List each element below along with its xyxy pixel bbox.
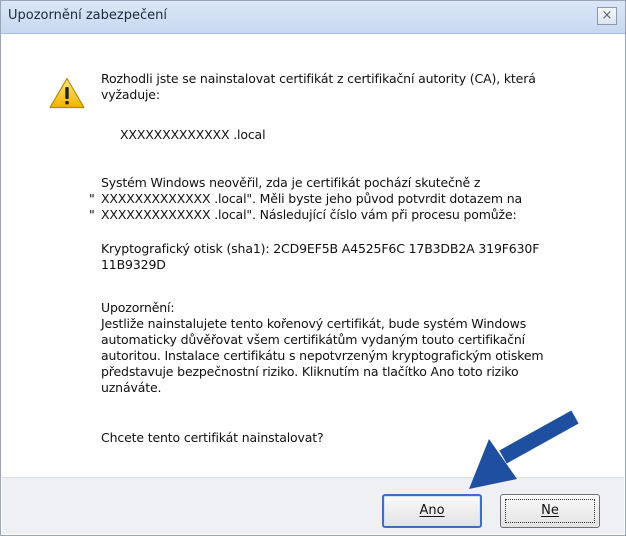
warning-heading: Upozornění: (101, 300, 175, 315)
yes-button-label: Ano (419, 503, 445, 518)
window-title: Upozornění zabezpečení (8, 8, 167, 23)
close-button[interactable]: × (597, 7, 617, 25)
quote-mark: " (89, 191, 95, 206)
verification-text: Systém Windows neověřil, zda je certifik… (89, 175, 581, 223)
quote-mark: " (89, 207, 95, 222)
close-icon: × (601, 8, 613, 23)
focus-rectangle (505, 499, 595, 523)
warning-body: Jestliže nainstalujete tento kořenový ce… (101, 316, 544, 395)
yes-button[interactable]: Ano (382, 494, 482, 528)
pointer-arrow-icon (469, 410, 579, 489)
no-button[interactable]: Ne (500, 494, 600, 528)
intro-text: Rozhodli jste se nainstalovat certifikát… (101, 71, 536, 102)
title-bar[interactable]: Upozornění zabezpečení × (1, 1, 625, 34)
thumbprint-text: Kryptografický otisk (sha1): 2CD9EF5B A4… (101, 241, 540, 272)
verification-line-2: XXXXXXXXXXXXX .local". Měli byste jeho p… (101, 191, 523, 206)
verification-line-3: XXXXXXXXXXXXX .local". Následující číslo… (101, 207, 517, 222)
verification-line-1: Systém Windows neověřil, zda je certifik… (101, 175, 481, 190)
warning-triangle-icon (49, 77, 85, 109)
warning-text: Upozornění: Jestliže nainstalujete tento… (101, 300, 581, 396)
host-name: XXXXXXXXXXXXX .local (120, 127, 266, 142)
security-warning-dialog: Upozornění zabezpečení × Rozhodli jste s… (0, 0, 626, 536)
